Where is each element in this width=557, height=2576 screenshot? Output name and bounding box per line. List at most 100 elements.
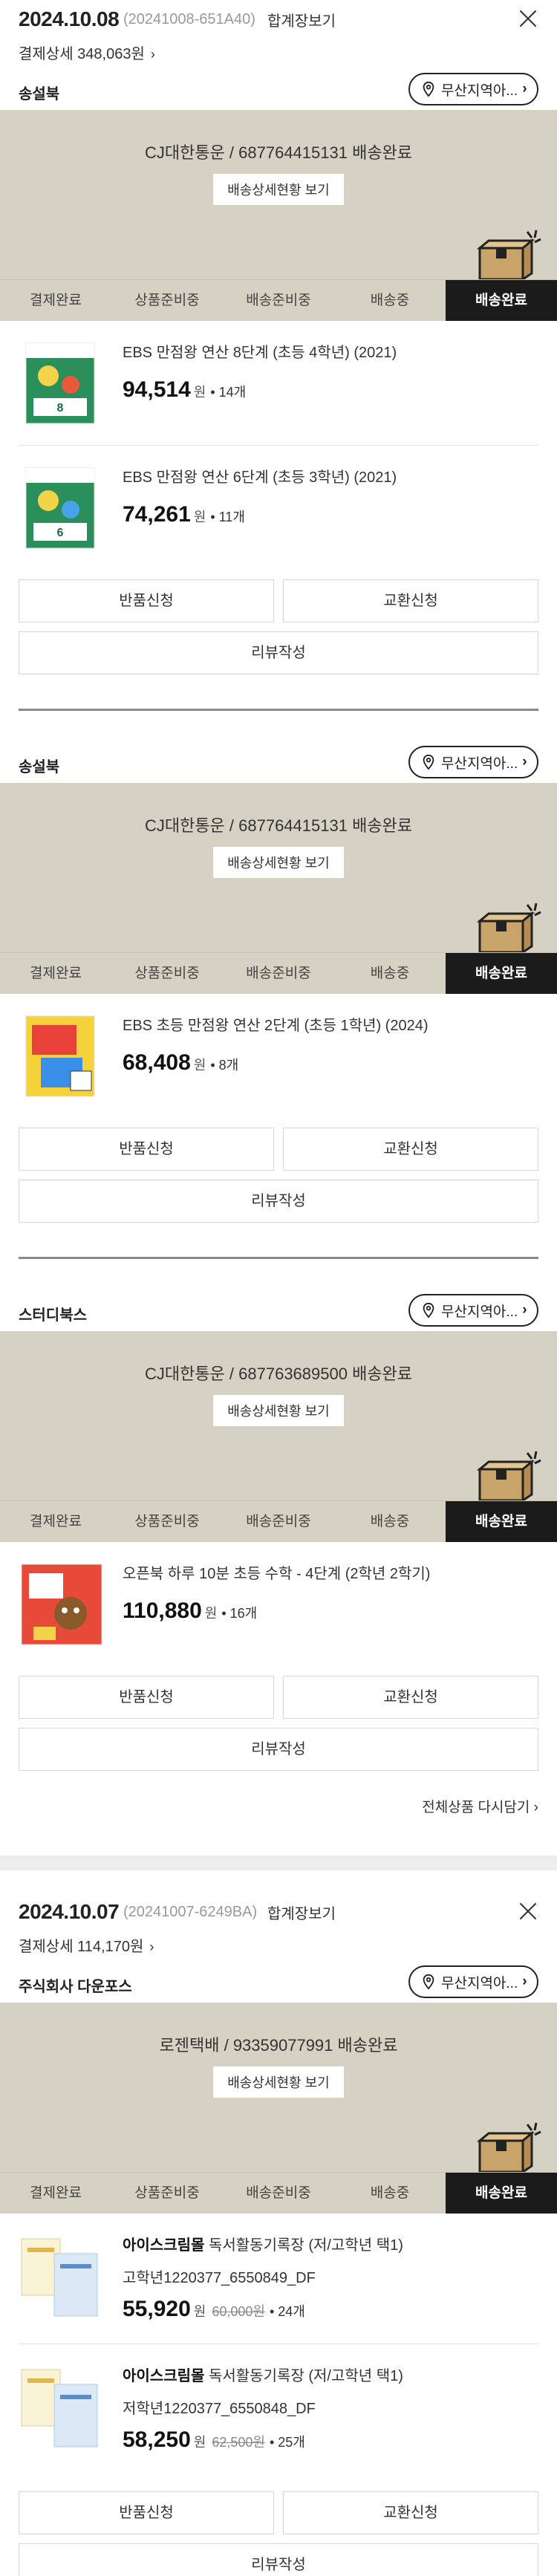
- step-paid: 결제완료: [30, 2185, 82, 2201]
- reorder-all-link[interactable]: 전체상품 다시담기 ›: [422, 1796, 538, 1816]
- order-number: (20241007-6249BA): [123, 1904, 258, 1920]
- tracking-detail-button[interactable]: 배송상세현황 보기: [213, 2066, 344, 2098]
- order-separator: [0, 1855, 557, 1870]
- product-price: 55,920 원 60,000원 • 24개: [123, 2297, 305, 2321]
- chevron-right-icon: ›: [522, 1974, 527, 1989]
- seller-row: 송설북 무산지역아... ›: [0, 744, 557, 783]
- list-item[interactable]: 오픈북 하루 10분 초등 수학 - 4단계 (2학년 2학기) 110,880…: [19, 1542, 538, 1667]
- pay-detail-label: 결제상세 114,170원: [19, 1939, 144, 1955]
- delivery-steps: 결제완료 상품준비중 배송준비중 배송중 배송완료: [0, 279, 557, 321]
- region-button-label: 무산지역아...: [441, 755, 518, 772]
- order-date: 2024.10.07: [19, 1900, 120, 1923]
- order-number: (20241008-651A40): [123, 11, 255, 27]
- chevron-right-icon: ›: [150, 47, 155, 62]
- return-button[interactable]: 반품신청: [19, 1676, 274, 1719]
- step-preparing-delivery: 배송준비중: [246, 2185, 311, 2201]
- order-header: 2024.10.07 (20241007-6249BA) 합계장보기 결제상세 …: [0, 1893, 557, 1967]
- tracking-panel: CJ대한통운 / 687764415131 배송완료 배송상세현황 보기: [0, 110, 557, 279]
- location-pin-icon: [423, 1302, 434, 1318]
- product-price: 58,250 원 62,500원 • 25개: [123, 2427, 305, 2452]
- step-delivered: 배송완료: [446, 1501, 557, 1542]
- chevron-right-icon: ›: [522, 1302, 527, 1318]
- list-item[interactable]: 아이스크림몰 독서활동기록장 (저/고학년 택1) 저학년1220377_655…: [19, 2344, 538, 2475]
- step-preparing-delivery: 배송준비중: [246, 293, 311, 308]
- product-name: 오픈북 하루 10분 초등 수학 - 4단계 (2학년 2학기): [123, 1566, 431, 1582]
- product-option: 고학년1220377_6550849_DF: [123, 2270, 316, 2286]
- review-button[interactable]: 리뷰작성: [19, 2543, 538, 2576]
- pay-detail-link[interactable]: 결제상세 114,170원 ›: [19, 1934, 154, 1956]
- close-icon[interactable]: [518, 1902, 538, 1921]
- review-button[interactable]: 리뷰작성: [19, 631, 538, 674]
- tracking-panel: CJ대한통운 / 687764415131 배송완료 배송상세현황 보기: [0, 783, 557, 952]
- step-in-transit: 배송중: [370, 966, 410, 981]
- delivery-steps: 결제완료 상품준비중 배송준비중 배송중 배송완료: [0, 1500, 557, 1542]
- tracking-panel: 로젠택배 / 93359077991 배송완료 배송상세현황 보기: [0, 2003, 557, 2172]
- chevron-right-icon: ›: [522, 754, 527, 770]
- step-preparing-product: 상품준비중: [134, 293, 200, 308]
- review-button[interactable]: 리뷰작성: [19, 1728, 538, 1771]
- step-delivered: 배송완료: [446, 280, 557, 321]
- seller-row: 스터디북스 무산지역아... ›: [0, 1292, 557, 1331]
- together-link[interactable]: 합계장보기: [267, 9, 336, 30]
- shipment-divider: [19, 709, 538, 711]
- pay-detail-link[interactable]: 결제상세 348,063원 ›: [19, 42, 155, 63]
- tracking-panel: CJ대한통운 / 687763689500 배송완료 배송상세현황 보기: [0, 1331, 557, 1500]
- together-link[interactable]: 합계장보기: [267, 1902, 336, 1923]
- step-preparing-delivery: 배송준비중: [246, 966, 311, 981]
- step-preparing-product: 상품준비중: [134, 966, 200, 981]
- product-price: 68,408 원 • 8개: [123, 1050, 239, 1075]
- list-item[interactable]: 6 EBS 만점왕 연산 6단계 (초등 3학년) (2021) 74,261 원…: [19, 446, 538, 570]
- list-item[interactable]: 8 EBS 만점왕 연산 8단계 (초등 4학년) (2021) 94,514 원…: [19, 321, 538, 446]
- step-in-transit: 배송중: [370, 2185, 410, 2201]
- product-name: EBS 만점왕 연산 6단계 (초등 3학년) (2021): [123, 469, 397, 486]
- region-button-label: 무산지역아...: [441, 1304, 518, 1320]
- exchange-button[interactable]: 교환신청: [283, 579, 538, 622]
- step-delivered: 배송완료: [446, 2173, 557, 2214]
- exchange-button[interactable]: 교환신청: [283, 1128, 538, 1171]
- tracking-status: CJ대한통운 / 687764415131 배송완료: [144, 816, 413, 835]
- return-button[interactable]: 반품신청: [19, 1128, 274, 1171]
- exchange-button[interactable]: 교환신청: [283, 1676, 538, 1719]
- seller-name: 스터디북스: [19, 1307, 87, 1324]
- product-thumbnail: [21, 2369, 98, 2447]
- delivery-box-icon: [477, 2122, 541, 2172]
- seller-row: 송설북 무산지역아... ›: [0, 71, 557, 110]
- tracking-status: 로젠택배 / 93359077991 배송완료: [159, 2036, 398, 2055]
- order-date: 2024.10.08: [19, 7, 120, 30]
- region-button[interactable]: 무산지역아... ›: [408, 746, 538, 778]
- step-preparing-product: 상품준비중: [134, 2185, 200, 2201]
- region-button-label: 무산지역아...: [441, 82, 518, 99]
- svg-text:8: 8: [57, 402, 64, 414]
- order-header: 2024.10.08 (20241008-651A40) 합계장보기 결제상세 …: [0, 0, 557, 74]
- exchange-button[interactable]: 교환신청: [283, 2491, 538, 2534]
- list-item[interactable]: EBS 초등 만점왕 연산 2단계 (초등 1학년) (2024) 68,408…: [19, 994, 538, 1119]
- region-button[interactable]: 무산지역아... ›: [408, 73, 538, 105]
- seller-name: 송설북: [19, 759, 60, 775]
- product-thumbnail: [21, 2238, 98, 2317]
- region-button[interactable]: 무산지역아... ›: [408, 1294, 538, 1327]
- region-button[interactable]: 무산지역아... ›: [408, 1965, 538, 1998]
- step-paid: 결제완료: [30, 1514, 82, 1529]
- review-button[interactable]: 리뷰작성: [19, 1180, 538, 1223]
- product-name: 아이스크림몰 독서활동기록장 (저/고학년 택1): [123, 2237, 403, 2254]
- chevron-right-icon: ›: [533, 1800, 538, 1815]
- return-button[interactable]: 반품신청: [19, 2491, 274, 2534]
- close-icon[interactable]: [518, 9, 538, 28]
- order-card: 2024.10.08 (20241008-651A40) 합계장보기 결제상세 …: [0, 0, 557, 74]
- list-item[interactable]: 아이스크림몰 독서활동기록장 (저/고학년 택1) 고학년1220377_655…: [19, 2214, 538, 2344]
- step-delivered: 배송완료: [446, 953, 557, 994]
- delivery-box-icon: [477, 902, 541, 952]
- step-paid: 결제완료: [30, 966, 82, 981]
- location-pin-icon: [423, 1974, 434, 1990]
- tracking-detail-button[interactable]: 배송상세현황 보기: [213, 174, 344, 205]
- step-paid: 결제완료: [30, 293, 82, 308]
- product-name: EBS 초등 만점왕 연산 2단계 (초등 1학년) (2024): [123, 1018, 429, 1034]
- delivery-box-icon: [477, 1451, 541, 1500]
- product-thumbnail: [25, 1015, 95, 1097]
- return-button[interactable]: 반품신청: [19, 579, 274, 622]
- tracking-detail-button[interactable]: 배송상세현황 보기: [213, 1395, 344, 1426]
- svg-text:6: 6: [57, 527, 64, 539]
- pay-detail-label: 결제상세 348,063원: [19, 46, 145, 62]
- tracking-detail-button[interactable]: 배송상세현황 보기: [213, 847, 344, 878]
- seller-row: 주식회사 다운포스 무산지역아... ›: [0, 1964, 557, 2003]
